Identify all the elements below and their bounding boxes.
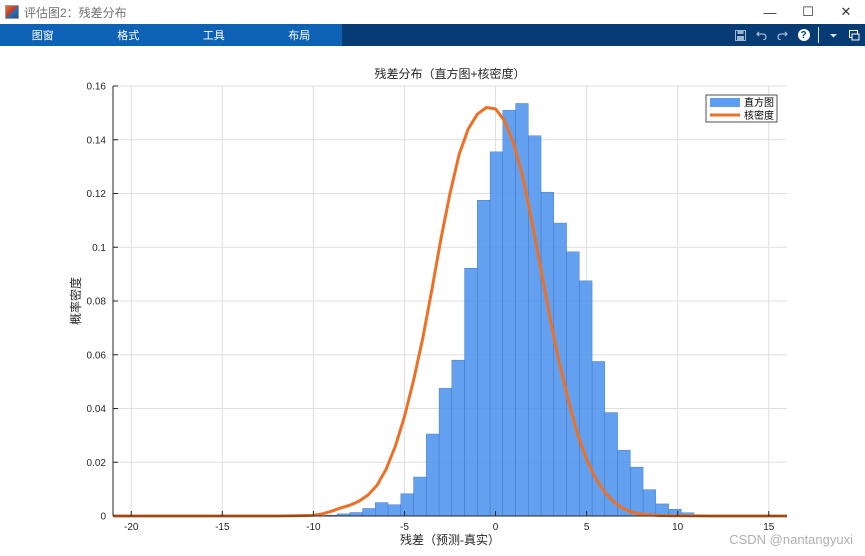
tab-layout[interactable]: 布局	[257, 24, 343, 46]
tab-figure[interactable]: 图窗	[0, 24, 86, 46]
legend-label-kde: 核密度	[744, 109, 774, 122]
chart-title: 残差分布（直方图+核密度）	[374, 66, 525, 81]
y-tick-label: 0.14	[87, 135, 107, 146]
y-tick-label: 0.12	[87, 189, 107, 200]
y-tick-label: 0.1	[92, 243, 106, 254]
x-tick-label: 5	[584, 522, 590, 533]
histogram-bar	[591, 361, 606, 517]
histogram-bar	[515, 103, 529, 517]
histogram-bar	[426, 433, 440, 517]
tab-format[interactable]: 格式	[86, 24, 172, 46]
window-titlebar: 评估图2：残差分布 — ☐ ✕	[0, 0, 865, 24]
help-button[interactable]: ?	[793, 24, 814, 46]
histogram-bar	[387, 504, 402, 517]
histogram-bar	[630, 466, 644, 517]
histogram-bar	[362, 508, 376, 517]
x-tick-label: -15	[215, 522, 230, 533]
x-tick-label: -20	[124, 522, 139, 533]
x-tick-label: 10	[672, 522, 684, 533]
tab-tools[interactable]: 工具	[171, 24, 257, 46]
x-tick-label: 0	[493, 522, 499, 533]
maximize-button[interactable]: ☐	[789, 0, 827, 24]
legend-label-histogram: 直方图	[744, 96, 774, 109]
toolstrip-tabs: 图窗 格式 工具 布局	[0, 24, 342, 46]
y-tick-label: 0.06	[87, 350, 107, 361]
window-title: 评估图2：残差分布	[24, 5, 127, 20]
collapse-icon[interactable]	[823, 24, 844, 46]
y-tick-label: 0.02	[87, 458, 107, 469]
help-icon: ?	[797, 29, 810, 41]
x-axis-label: 残差（预测-真实）	[400, 532, 500, 547]
matlab-app-icon	[5, 5, 19, 19]
x-tick-label: -5	[400, 522, 409, 533]
redo-icon[interactable]	[772, 24, 793, 46]
y-tick-label: 0.08	[87, 297, 107, 308]
histogram-bar	[489, 151, 504, 517]
histogram-bar	[540, 191, 555, 517]
legend-swatch-histogram	[710, 98, 740, 107]
y-tick-label: 0.16	[87, 82, 107, 93]
legend[interactable]: 直方图 核密度	[705, 94, 778, 123]
minimize-button[interactable]: —	[751, 0, 789, 24]
quick-access-toolbar: ?	[730, 24, 865, 46]
toolbar-separator	[818, 27, 819, 43]
figure-toolstrip: 图窗 格式 工具 布局 ?	[0, 24, 865, 46]
window-controls: — ☐ ✕	[751, 0, 865, 24]
y-axis-label: 概率密度	[68, 277, 83, 325]
histogram-bar	[375, 502, 389, 517]
histogram-bar	[642, 489, 657, 517]
dock-icon[interactable]	[844, 24, 865, 46]
histogram-bar	[502, 109, 516, 517]
histogram-bar	[349, 512, 363, 517]
undo-icon[interactable]	[751, 24, 772, 46]
y-tick-label: 0.04	[87, 404, 107, 415]
histogram-bar	[579, 280, 593, 517]
figure-canvas: -20 -15 -10 -5 0 5 10 1500.020.040.060.080.10.1…	[68, 66, 787, 547]
watermark: CSDN @nantangyuxi	[729, 532, 853, 547]
y-tick-label: 0	[100, 512, 106, 523]
histogram-bar	[477, 200, 491, 517]
save-icon[interactable]	[730, 24, 751, 46]
histogram-bar	[438, 388, 453, 517]
histogram-bar	[528, 135, 542, 517]
histogram-bar	[566, 251, 580, 517]
histogram-bar	[413, 476, 427, 517]
x-tick-label: -10	[306, 522, 321, 533]
histogram-bar	[451, 359, 465, 517]
close-button[interactable]: ✕	[827, 0, 865, 24]
histogram-bar	[464, 268, 478, 517]
histogram-bar	[400, 493, 414, 517]
